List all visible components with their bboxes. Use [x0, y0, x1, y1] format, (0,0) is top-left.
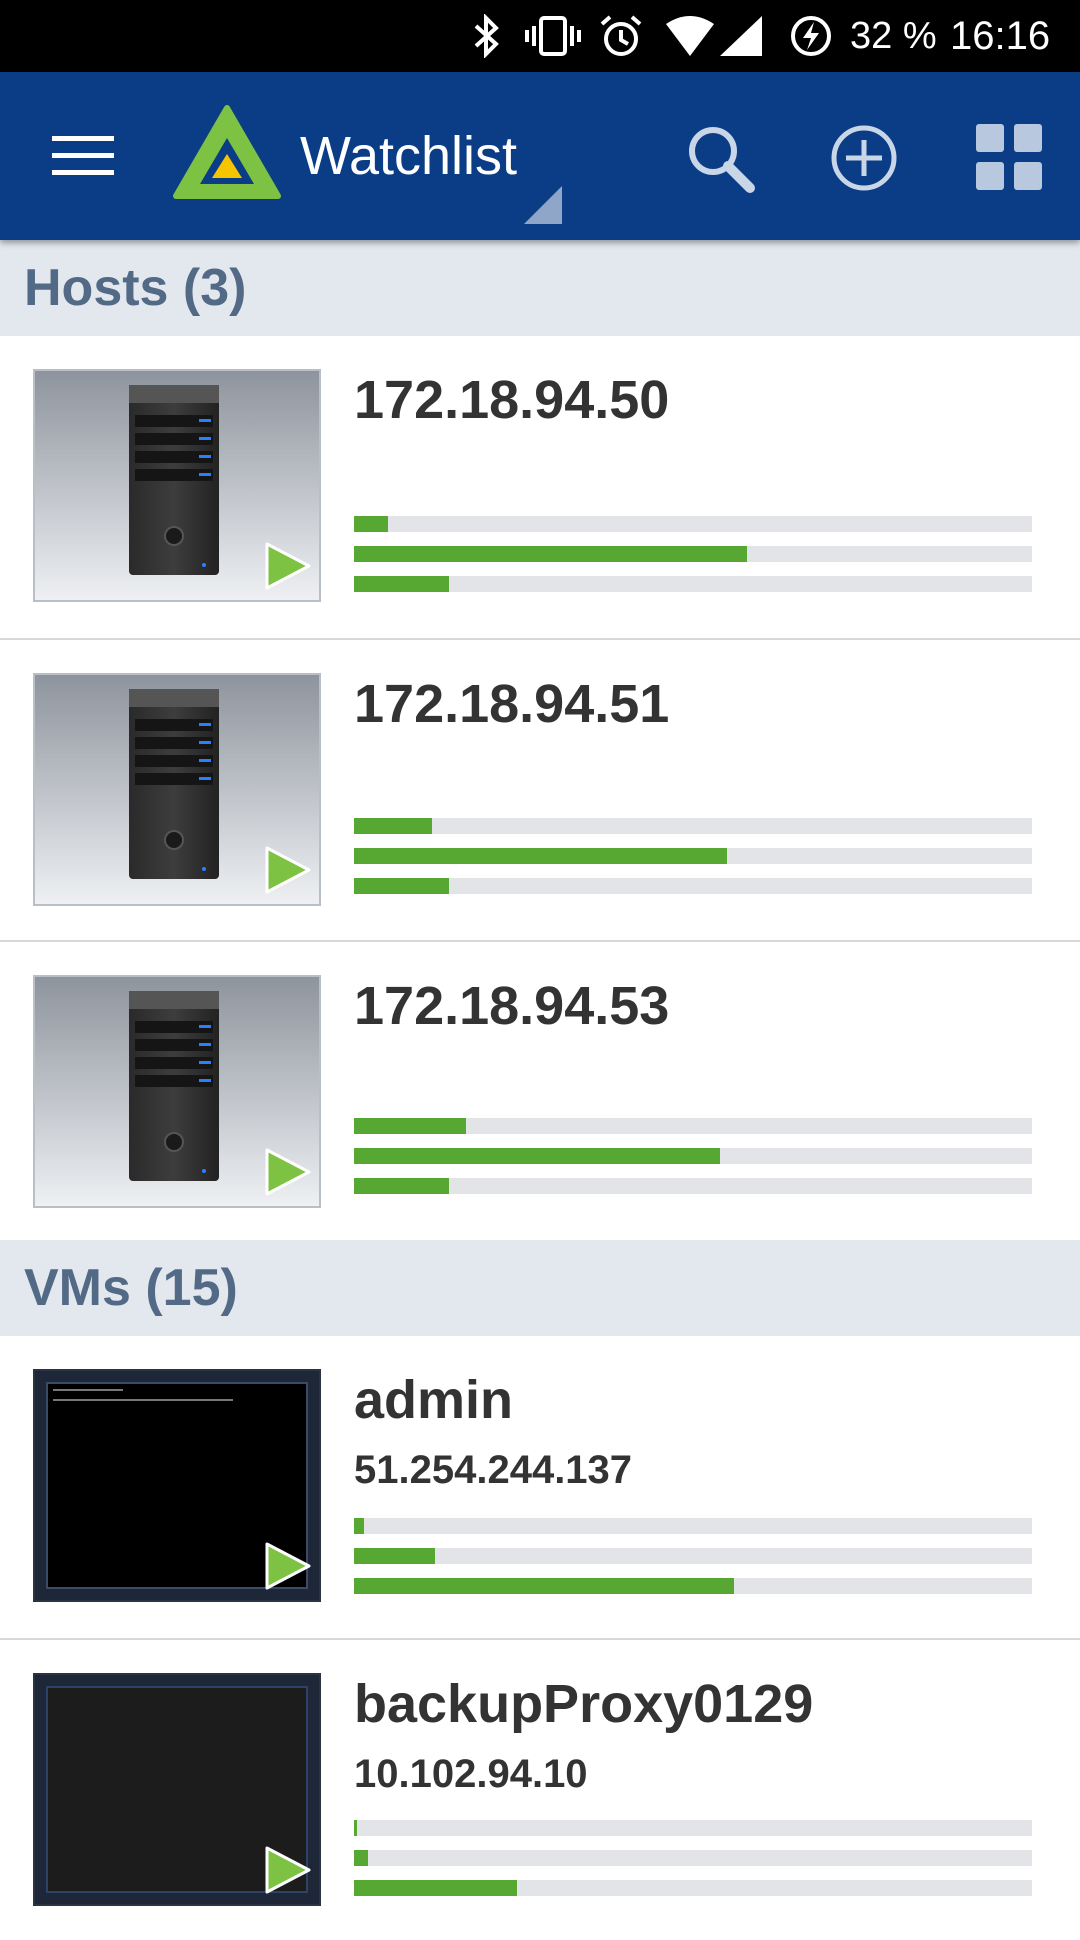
battery-charging-icon: [791, 16, 831, 56]
usage-bar-fill: [354, 576, 449, 592]
app-bar: Watchlist: [0, 72, 1080, 240]
search-icon[interactable]: [686, 124, 756, 194]
host-thumbnail: [33, 975, 321, 1208]
item-ip: 10.102.94.10: [354, 1752, 588, 1796]
usage-bar-fill: [354, 1148, 721, 1164]
item-name: admin: [354, 1370, 514, 1430]
add-icon[interactable]: [830, 124, 898, 192]
section-header-vms: VMs (15): [0, 1240, 1080, 1336]
usage-bar: [354, 1148, 1032, 1164]
section-title: Hosts (3): [24, 259, 247, 317]
dropdown-indicator-icon[interactable]: [524, 186, 562, 224]
item-name: 172.18.94.51: [354, 674, 670, 734]
usage-bar-fill: [354, 1850, 368, 1866]
section-header-hosts: Hosts (3): [0, 240, 1080, 336]
usage-bar: [354, 878, 1032, 894]
usage-bar-fill: [354, 1178, 449, 1194]
app-logo: [173, 105, 281, 199]
usage-bar: [354, 848, 1032, 864]
bluetooth-icon: [474, 14, 499, 58]
item-name: backupProxy0129: [354, 1674, 814, 1734]
menu-icon[interactable]: [52, 136, 116, 176]
usage-bar: [354, 818, 1032, 834]
host-thumbnail: [33, 673, 321, 906]
usage-bar: [354, 1820, 1032, 1836]
usage-bar: [354, 516, 1032, 532]
host-thumbnail: [33, 369, 321, 602]
clock: 16:16: [950, 14, 1051, 58]
play-icon[interactable]: [263, 1846, 311, 1894]
item-ip: 51.254.244.137: [354, 1448, 633, 1492]
usage-bar-fill: [354, 1578, 734, 1594]
status-bar: 32 % 16:16: [0, 0, 1080, 72]
section-title: VMs (15): [24, 1259, 238, 1317]
usage-bar-fill: [354, 1118, 466, 1134]
vm-console-thumbnail: [33, 1369, 321, 1602]
play-icon[interactable]: [263, 542, 311, 590]
list-item[interactable]: admin 51.254.244.137: [0, 1336, 1080, 1636]
usage-bar-fill: [354, 878, 449, 894]
wifi-icon: [666, 16, 714, 56]
list-item[interactable]: 172.18.94.50: [0, 336, 1080, 636]
alarm-icon: [600, 15, 642, 56]
usage-bar: [354, 576, 1032, 592]
play-icon[interactable]: [263, 1148, 311, 1196]
usage-bar-fill: [354, 1880, 517, 1896]
list-item[interactable]: backupProxy0129 10.102.94.10: [0, 1640, 1080, 1940]
usage-bar: [354, 546, 1032, 562]
usage-bar-fill: [354, 516, 388, 532]
battery-level: 32 %: [850, 15, 937, 57]
usage-bar-fill: [354, 1548, 436, 1564]
item-name: 172.18.94.53: [354, 976, 670, 1036]
usage-bar: [354, 1548, 1032, 1564]
usage-bar-fill: [354, 546, 748, 562]
usage-bar-fill: [354, 818, 432, 834]
usage-bar: [354, 1178, 1032, 1194]
usage-bar: [354, 1578, 1032, 1594]
usage-bar-fill: [354, 848, 727, 864]
usage-bar: [354, 1880, 1032, 1896]
list-item[interactable]: 172.18.94.53: [0, 942, 1080, 1242]
signal-icon: [720, 16, 762, 56]
usage-bar-fill: [354, 1820, 358, 1836]
play-icon[interactable]: [263, 846, 311, 894]
grid-view-icon[interactable]: [974, 122, 1044, 192]
play-icon[interactable]: [263, 1542, 311, 1590]
vm-console-thumbnail: [33, 1673, 321, 1906]
list-item[interactable]: 172.18.94.51: [0, 640, 1080, 940]
usage-bar: [354, 1118, 1032, 1134]
vibrate-icon: [525, 16, 581, 56]
item-name: 172.18.94.50: [354, 370, 670, 430]
page-title[interactable]: Watchlist: [300, 124, 517, 188]
usage-bar: [354, 1850, 1032, 1866]
usage-bar-fill: [354, 1518, 365, 1534]
usage-bar: [354, 1518, 1032, 1534]
